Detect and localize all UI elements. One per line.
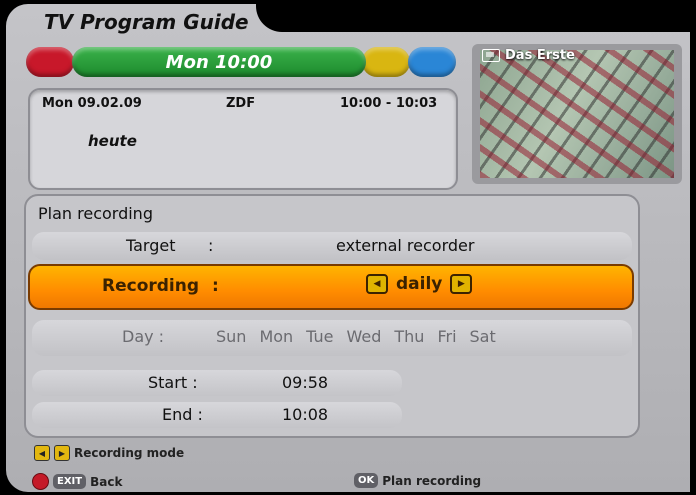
exit-key-icon: EXIT bbox=[53, 474, 87, 489]
program-title: heute bbox=[88, 132, 137, 150]
ok-key-icon: OK bbox=[354, 473, 379, 488]
start-label: Start : bbox=[148, 373, 198, 392]
program-channel: ZDF bbox=[226, 96, 256, 111]
day-sat[interactable]: Sat bbox=[470, 327, 496, 346]
green-button-time[interactable]: Mon 10:00 bbox=[72, 47, 366, 77]
yellow-button[interactable] bbox=[362, 47, 410, 77]
right-arrow-icon: ▶ bbox=[54, 445, 70, 461]
live-preview: Das Erste bbox=[472, 44, 682, 184]
tv-guide-screen: TV Program Guide Mon 10:00 Mon 09.02.09 … bbox=[6, 4, 690, 492]
program-date: Mon 09.02.09 bbox=[42, 96, 142, 111]
left-arrow-icon: ◀ bbox=[34, 445, 50, 461]
end-row[interactable] bbox=[32, 402, 402, 428]
target-colon: : bbox=[208, 236, 214, 255]
preview-image bbox=[480, 50, 674, 178]
blue-button[interactable] bbox=[408, 47, 456, 77]
hint-back[interactable]: EXIT Back bbox=[32, 473, 122, 490]
day-thu[interactable]: Thu bbox=[394, 327, 424, 346]
tv-icon bbox=[482, 49, 500, 62]
right-arrow-icon[interactable]: ▶ bbox=[450, 274, 473, 294]
red-button-icon bbox=[32, 473, 49, 490]
day-wed[interactable]: Wed bbox=[347, 327, 382, 346]
hint-plan-text: Plan recording bbox=[382, 473, 482, 488]
plan-heading: Plan recording bbox=[38, 204, 153, 223]
day-sun[interactable]: Sun bbox=[216, 327, 246, 346]
preview-channel-name: Das Erste bbox=[505, 48, 575, 63]
program-info-panel: Mon 09.02.09 ZDF 10:00 - 10:03 heute bbox=[28, 88, 458, 190]
day-mon[interactable]: Mon bbox=[259, 327, 293, 346]
current-time-label: Mon 10:00 bbox=[165, 51, 273, 73]
hint-back-text: Back bbox=[90, 474, 123, 489]
target-value: external recorder bbox=[336, 236, 475, 255]
hint-plan-recording[interactable]: OK Plan recording bbox=[354, 473, 481, 488]
end-label: End : bbox=[162, 405, 203, 424]
preview-channel-label: Das Erste bbox=[482, 48, 575, 63]
recording-value-selector[interactable]: ◀ daily ▶ bbox=[366, 274, 473, 294]
recording-value: daily bbox=[396, 274, 443, 294]
recording-colon: : bbox=[212, 276, 219, 296]
day-label: Day : bbox=[122, 327, 165, 346]
hint-recording-mode: ◀ ▶ Recording mode bbox=[34, 445, 184, 461]
day-list: Sun Mon Tue Wed Thu Fri Sat bbox=[216, 327, 509, 346]
day-fri[interactable]: Fri bbox=[437, 327, 456, 346]
start-row[interactable] bbox=[32, 370, 402, 396]
day-tue[interactable]: Tue bbox=[306, 327, 333, 346]
target-row[interactable] bbox=[32, 232, 632, 260]
recording-label: Recording bbox=[102, 276, 200, 296]
start-value: 09:58 bbox=[282, 373, 329, 392]
program-time: 10:00 - 10:03 bbox=[340, 96, 438, 111]
plan-recording-panel: Plan recording Target : external recorde… bbox=[24, 194, 640, 438]
end-value: 10:08 bbox=[282, 405, 329, 424]
target-label: Target bbox=[126, 236, 176, 255]
hint-mode-text: Recording mode bbox=[74, 446, 185, 460]
title-notch bbox=[256, 4, 690, 32]
left-arrow-icon[interactable]: ◀ bbox=[366, 274, 388, 294]
page-title: TV Program Guide bbox=[44, 10, 249, 34]
recording-row-selected[interactable]: Recording : ◀ daily ▶ bbox=[28, 264, 634, 310]
red-button[interactable] bbox=[26, 47, 74, 77]
